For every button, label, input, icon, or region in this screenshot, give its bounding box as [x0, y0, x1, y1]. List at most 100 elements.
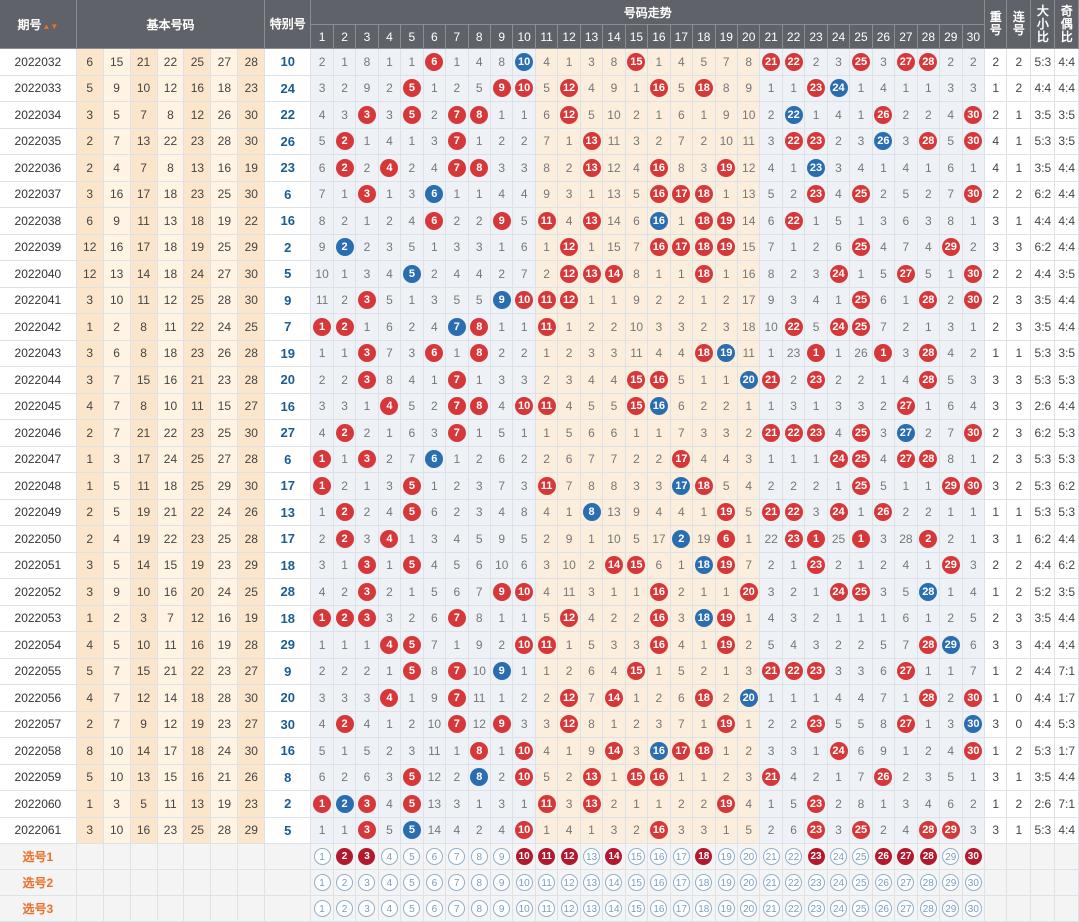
pick-ball-button[interactable]: 7 [448, 848, 466, 865]
pick-ball-button[interactable]: 5 [403, 900, 421, 917]
pick-ball-button[interactable]: 28 [919, 900, 937, 917]
pick-ball-button[interactable]: 8 [470, 874, 488, 891]
pick-ball-button[interactable]: 2 [336, 874, 354, 891]
pick-ball-button[interactable]: 28 [919, 874, 937, 891]
pick-ball-button[interactable]: 14 [605, 874, 623, 891]
pick-ball-button[interactable]: 7 [448, 900, 466, 917]
drawn-ball: 26 [874, 105, 893, 124]
pick-ball-button[interactable]: 6 [425, 848, 443, 865]
pick-ball-button[interactable]: 2 [336, 900, 354, 917]
pick-ball-button[interactable]: 15 [627, 900, 645, 917]
pick-ball-button[interactable]: 30 [964, 900, 982, 917]
pick-ball-button[interactable]: 21 [762, 900, 780, 917]
pick-ball-button[interactable]: 7 [448, 874, 466, 891]
pick-ball-button[interactable]: 22 [785, 874, 803, 891]
pick-ball-button[interactable]: 19 [717, 848, 735, 865]
pick-ball-button[interactable]: 5 [403, 848, 421, 865]
pick-ball-button[interactable]: 13 [583, 848, 601, 865]
pick-ball-button[interactable]: 27 [897, 900, 915, 917]
issue-header[interactable]: 期号▲▼ [0, 0, 77, 49]
pick-ball-button[interactable]: 26 [874, 848, 892, 865]
pick-ball-button[interactable]: 25 [852, 848, 870, 865]
pick-ball-button[interactable]: 16 [650, 874, 668, 891]
pick-ball-button[interactable]: 6 [425, 900, 443, 917]
pick-ball-button[interactable]: 29 [942, 900, 960, 917]
pick-ball-button[interactable]: 10 [515, 874, 533, 891]
pick-ball-button[interactable]: 18 [695, 900, 713, 917]
pick-ball-button[interactable]: 16 [650, 848, 668, 865]
pick-ball-button[interactable]: 27 [897, 848, 915, 865]
pick-ball-button[interactable]: 9 [493, 874, 511, 891]
base-number-cell: 5 [76, 75, 104, 102]
pick-ball-button[interactable]: 13 [583, 874, 601, 891]
trend-cell: 3 [468, 472, 491, 500]
pick-ball-button[interactable]: 30 [964, 874, 982, 891]
pick-ball-button[interactable]: 3 [358, 900, 376, 917]
pick-ball-button[interactable]: 5 [403, 874, 421, 891]
pick-ball-button[interactable]: 12 [560, 900, 578, 917]
pick-ball-button[interactable]: 20 [740, 848, 758, 865]
trend-cell: 5 [872, 260, 896, 288]
pick-ball-button[interactable]: 29 [942, 848, 960, 865]
pick-ball-button[interactable]: 18 [695, 874, 713, 891]
pick-ball-button[interactable]: 15 [627, 848, 645, 865]
pick-ball-button[interactable]: 17 [672, 874, 690, 891]
pick-ball-button[interactable]: 8 [470, 900, 488, 917]
pick-ball-button[interactable]: 1 [313, 900, 331, 917]
pick-ball-button[interactable]: 4 [380, 900, 398, 917]
pick-ball-button[interactable]: 25 [852, 874, 870, 891]
pick-ball-button[interactable]: 4 [380, 874, 398, 891]
pick-ball-button[interactable]: 20 [740, 874, 758, 891]
drawn-ball: 8 [470, 158, 489, 177]
pick-ball-button[interactable]: 11 [538, 848, 556, 865]
pick-ball-button[interactable]: 13 [583, 900, 601, 917]
pick-ball-button[interactable]: 9 [493, 848, 511, 865]
pick-ball-button[interactable]: 27 [897, 874, 915, 891]
pick-ball-button[interactable]: 17 [672, 848, 690, 865]
pick-ball-button[interactable]: 14 [605, 848, 623, 865]
pick-ball-button[interactable]: 12 [560, 874, 578, 891]
pick-ball-button[interactable]: 3 [358, 848, 376, 865]
pick-ball-button[interactable]: 22 [785, 848, 803, 865]
drawn-ball: 16 [649, 370, 668, 389]
pick-ball-button[interactable]: 25 [852, 900, 870, 917]
pick-ball-button[interactable]: 15 [627, 874, 645, 891]
pick-ball-button[interactable]: 14 [605, 900, 623, 917]
pick-ball-button[interactable]: 29 [942, 874, 960, 891]
pick-ball-button[interactable]: 3 [358, 874, 376, 891]
pick-ball-button[interactable]: 2 [336, 848, 354, 865]
pick-ball-button[interactable]: 26 [874, 900, 892, 917]
pick-ball-button[interactable]: 10 [515, 900, 533, 917]
pick-ball-button[interactable]: 18 [695, 848, 713, 865]
pick-ball-button[interactable]: 8 [470, 848, 488, 865]
pick-ball-button[interactable]: 19 [717, 900, 735, 917]
trend-cell: 2 [715, 393, 738, 420]
pick-ball-button[interactable]: 4 [380, 848, 398, 865]
pick-ball-button[interactable]: 9 [493, 900, 511, 917]
pick-ball-button[interactable]: 6 [425, 874, 443, 891]
sort-icon[interactable]: ▲▼ [42, 22, 58, 31]
pick-ball-button[interactable]: 23 [807, 900, 825, 917]
base-number-cell: 22 [183, 658, 212, 685]
pick-ball-button[interactable]: 11 [538, 874, 556, 891]
pick-ball-button[interactable]: 26 [874, 874, 892, 891]
pick-ball-button[interactable]: 23 [807, 874, 825, 891]
pick-ball-button[interactable]: 30 [964, 848, 982, 865]
pick-ball-button[interactable]: 21 [762, 874, 780, 891]
pick-ball-button[interactable]: 22 [785, 900, 803, 917]
pick-ball-button[interactable]: 1 [313, 848, 331, 865]
pick-ball-button[interactable]: 28 [919, 848, 937, 865]
pick-ball-button[interactable]: 19 [717, 874, 735, 891]
pick-ball-button[interactable]: 10 [515, 848, 533, 865]
pick-ball-button[interactable]: 11 [538, 900, 556, 917]
pick-ball-button[interactable]: 20 [740, 900, 758, 917]
pick-ball-button[interactable]: 12 [560, 848, 578, 865]
pick-ball-button[interactable]: 17 [672, 900, 690, 917]
pick-ball-button[interactable]: 24 [830, 848, 847, 865]
pick-ball-button[interactable]: 23 [807, 848, 825, 865]
pick-ball-button[interactable]: 21 [762, 848, 780, 865]
pick-ball-button[interactable]: 1 [313, 874, 331, 891]
pick-ball-button[interactable]: 24 [830, 900, 847, 917]
pick-ball-button[interactable]: 24 [830, 874, 847, 891]
pick-ball-button[interactable]: 16 [650, 900, 668, 917]
